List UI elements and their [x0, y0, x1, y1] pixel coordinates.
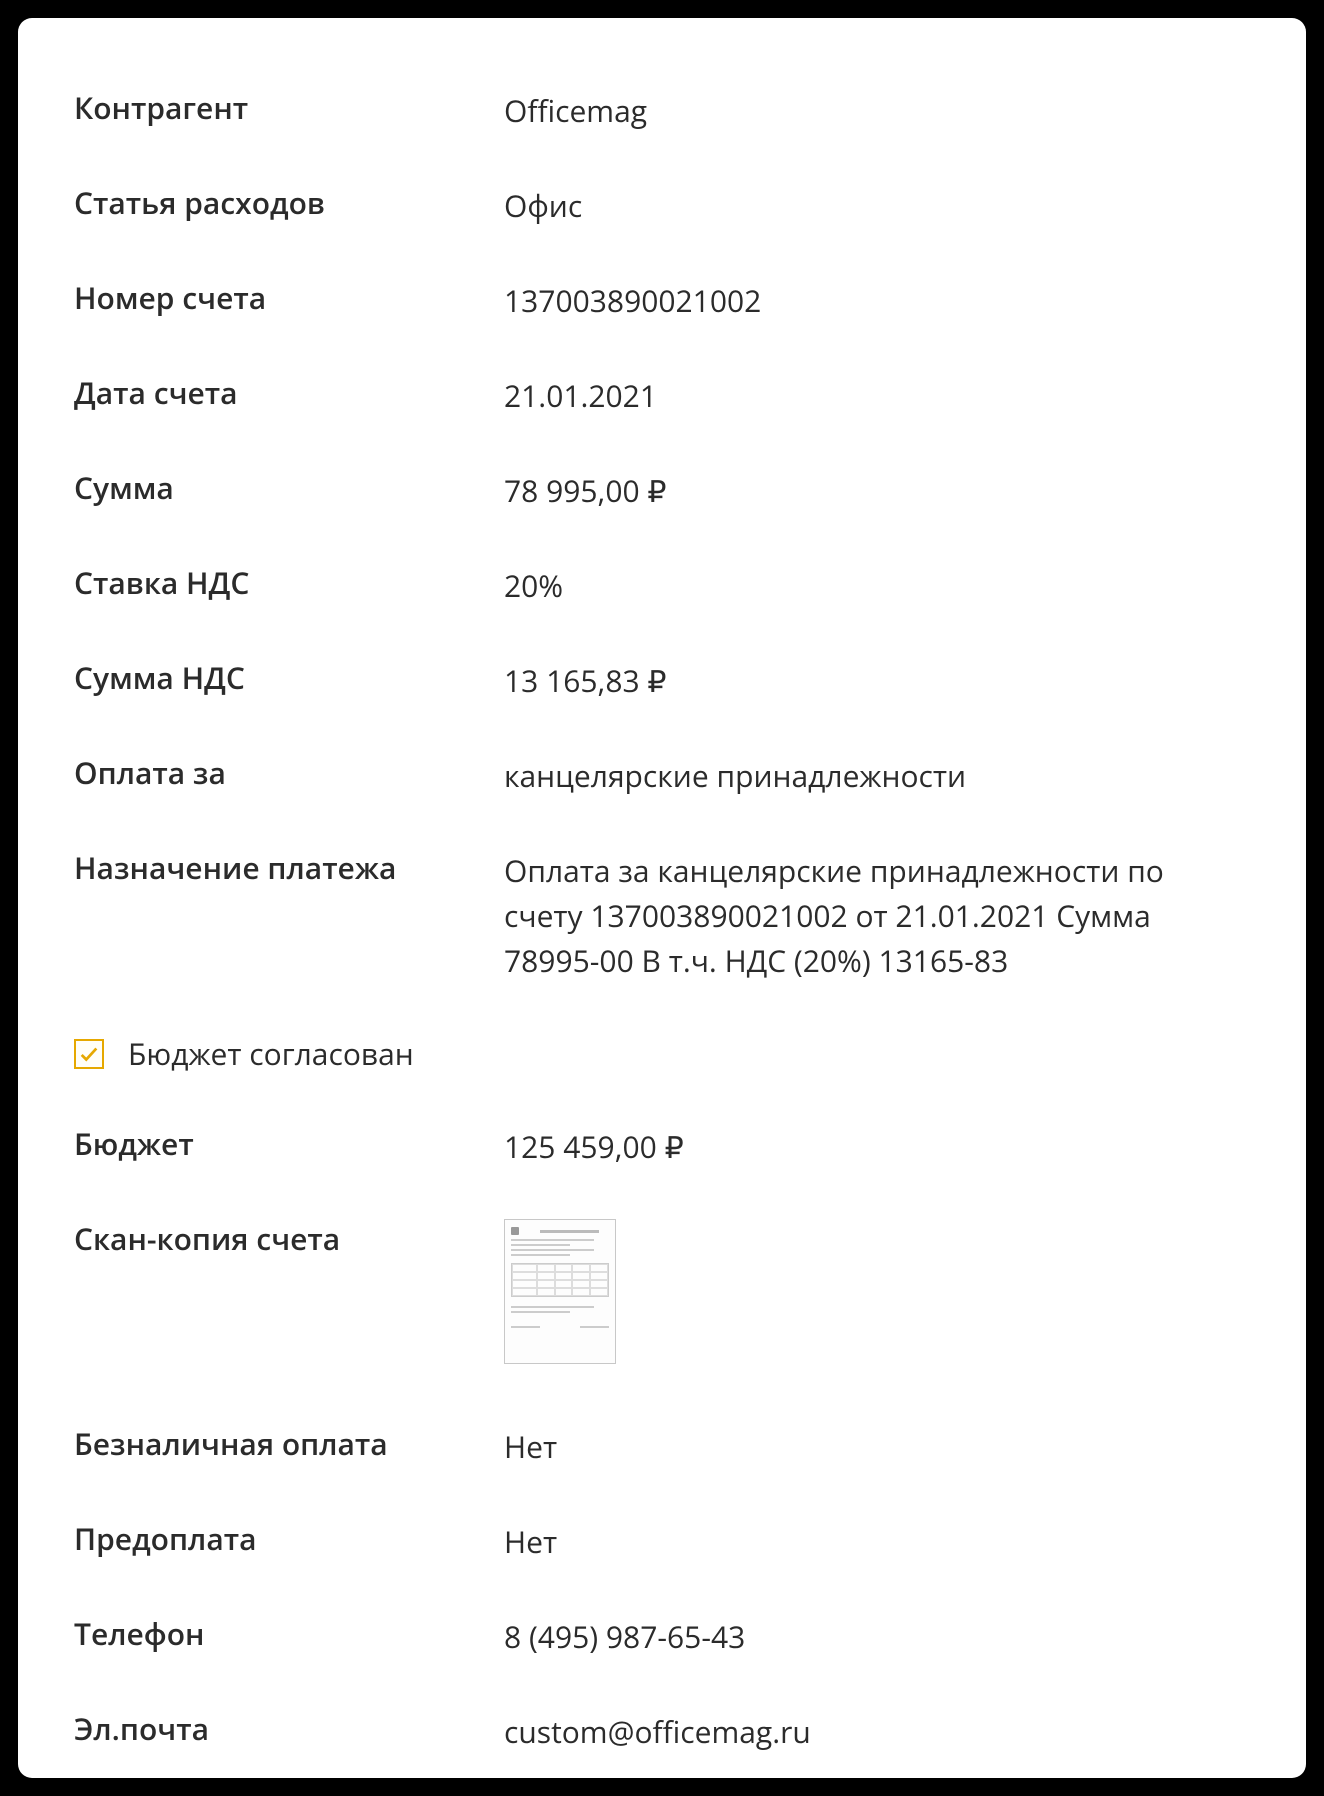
row-prepayment: Предоплата Нет [74, 1519, 1250, 1564]
row-scan: Скан-копия счета [74, 1219, 1250, 1364]
value-payment-for: канцелярские принадлежности [504, 753, 1250, 798]
value-cashless: Нет [504, 1424, 1250, 1469]
row-phone: Телефон 8 (495) 987-65-43 [74, 1614, 1250, 1659]
label-cashless: Безналичная оплата [74, 1424, 504, 1465]
label-invoice-number: Номер счета [74, 278, 504, 319]
value-scan [504, 1219, 1250, 1364]
row-cashless: Безналичная оплата Нет [74, 1424, 1250, 1469]
label-contractor: Контрагент [74, 88, 504, 129]
value-amount: 78 995,00 ₽ [504, 468, 1250, 513]
row-payment-purpose: Назначение платежа Оплата за канцелярски… [74, 848, 1250, 983]
row-email: Эл.почта custom@officemag.ru [74, 1709, 1250, 1754]
row-vat-rate: Ставка НДС 20% [74, 563, 1250, 608]
row-contractor: Контрагент Officemag [74, 88, 1250, 133]
invoice-scan-thumbnail[interactable] [504, 1219, 616, 1364]
invoice-details-card: Контрагент Officemag Статья расходов Офи… [18, 18, 1306, 1778]
row-budget-approved: Бюджет согласован [74, 1033, 1250, 1074]
label-scan: Скан-копия счета [74, 1219, 504, 1260]
budget-approved-label: Бюджет согласован [128, 1033, 414, 1074]
row-invoice-date: Дата счета 21.01.2021 [74, 373, 1250, 418]
value-vat-amount: 13 165,83 ₽ [504, 658, 1250, 703]
row-payment-for: Оплата за канцелярские принадлежности [74, 753, 1250, 798]
value-contractor: Officemag [504, 88, 1250, 133]
value-prepayment: Нет [504, 1519, 1250, 1564]
label-prepayment: Предоплата [74, 1519, 504, 1560]
budget-approved-checkbox[interactable] [74, 1039, 104, 1069]
label-payment-purpose: Назначение платежа [74, 848, 504, 889]
value-vat-rate: 20% [504, 563, 1250, 608]
check-icon [78, 1043, 100, 1065]
label-invoice-date: Дата счета [74, 373, 504, 414]
value-payment-purpose: Оплата за канцелярские принадлежности по… [504, 848, 1250, 983]
label-vat-amount: Сумма НДС [74, 658, 504, 699]
row-budget: Бюджет 125 459,00 ₽ [74, 1124, 1250, 1169]
label-email: Эл.почта [74, 1709, 504, 1750]
value-invoice-date: 21.01.2021 [504, 373, 1250, 418]
row-amount: Сумма 78 995,00 ₽ [74, 468, 1250, 513]
value-invoice-number: 137003890021002 [504, 278, 1250, 323]
row-expense-item: Статья расходов Офис [74, 183, 1250, 228]
label-expense-item: Статья расходов [74, 183, 504, 224]
value-phone: 8 (495) 987-65-43 [504, 1614, 1250, 1659]
label-phone: Телефон [74, 1614, 504, 1655]
value-budget: 125 459,00 ₽ [504, 1124, 1250, 1169]
label-amount: Сумма [74, 468, 504, 509]
row-invoice-number: Номер счета 137003890021002 [74, 278, 1250, 323]
label-vat-rate: Ставка НДС [74, 563, 504, 604]
label-payment-for: Оплата за [74, 753, 504, 794]
value-expense-item: Офис [504, 183, 1250, 228]
row-vat-amount: Сумма НДС 13 165,83 ₽ [74, 658, 1250, 703]
value-email: custom@officemag.ru [504, 1709, 1250, 1754]
label-budget: Бюджет [74, 1124, 504, 1165]
